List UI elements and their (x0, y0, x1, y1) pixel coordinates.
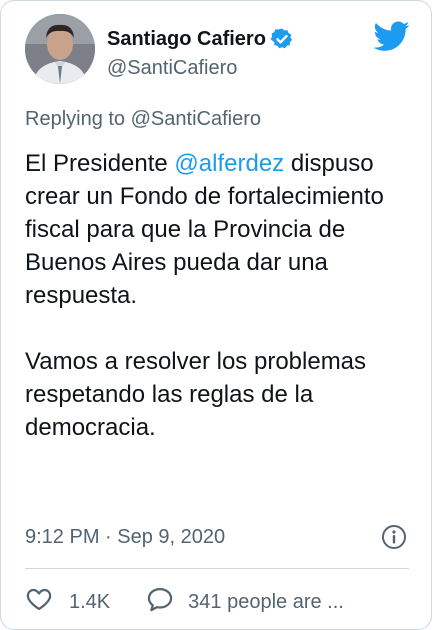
like-action[interactable]: 1.4K (25, 585, 110, 619)
replying-to-handle-link[interactable]: @SantiCafiero (131, 108, 261, 130)
reply-action[interactable]: 341 people are ... (146, 585, 344, 619)
reply-people-text[interactable]: 341 people are ... (188, 591, 344, 614)
tweet-card: Santiago Cafiero @SantiCafiero Replying … (0, 0, 432, 630)
like-count[interactable]: 1.4K (69, 591, 110, 614)
avatar[interactable] (25, 14, 95, 84)
tweet-text: El Presidente @alferdez dispuso crear un… (25, 147, 415, 444)
tweet-timestamp[interactable]: 9:12 PM · Sep 9, 2020 (25, 526, 225, 549)
author-name-row[interactable]: Santiago Cafiero (107, 27, 294, 51)
mention-link[interactable]: @alferdez (174, 150, 284, 177)
replying-to-line: Replying to @SantiCafiero (25, 108, 261, 131)
tweet-text-part: El Presidente (25, 150, 175, 177)
tweet-paragraph-1: El Presidente @alferdez dispuso crear un… (25, 147, 415, 312)
info-icon[interactable] (381, 524, 407, 550)
tweet-paragraph-2: Vamos a resolver los problemas respetand… (25, 348, 367, 441)
divider (25, 568, 409, 569)
author-handle[interactable]: @SantiCafiero (107, 57, 237, 80)
author-display-name[interactable]: Santiago Cafiero (107, 28, 266, 51)
twitter-bird-icon[interactable] (373, 21, 410, 53)
replying-to-prefix: Replying to (25, 108, 131, 130)
heart-icon[interactable] (25, 585, 53, 619)
action-bar: 1.4K 341 people are ... (25, 585, 344, 619)
avatar-photo (25, 14, 95, 84)
speech-bubble-icon[interactable] (146, 585, 174, 619)
verified-badge-icon (270, 27, 294, 51)
